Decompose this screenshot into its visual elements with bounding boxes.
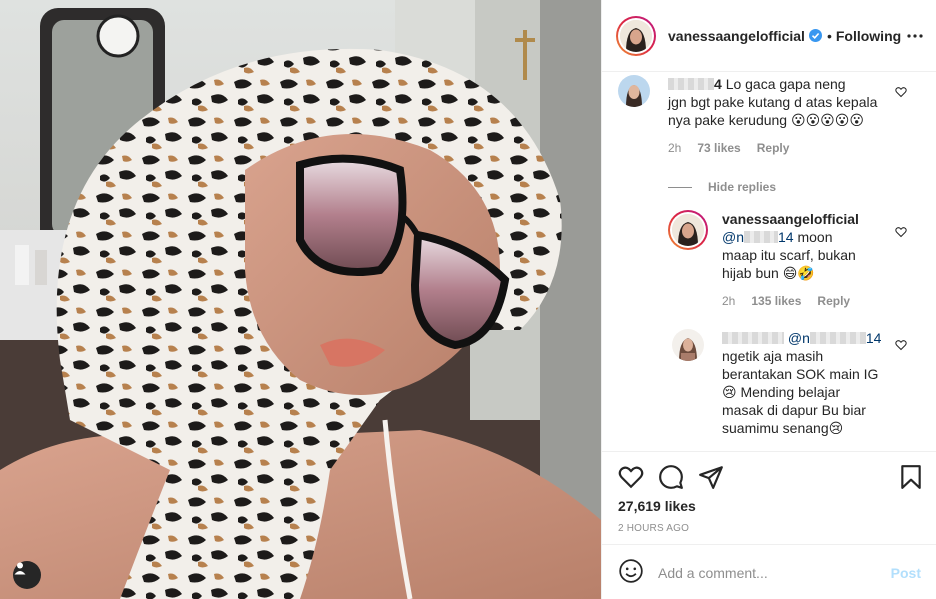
hide-replies-label: Hide replies — [708, 180, 777, 194]
author-avatar[interactable] — [616, 15, 656, 56]
reply: vanessaangelofficial @n 14 moon maap itu … — [668, 210, 918, 308]
reply-line: moon — [797, 229, 833, 245]
post-panel: vanessaangelofficial • Following 4 Lo ga… — [601, 0, 936, 599]
comment-icon[interactable] — [658, 464, 684, 490]
reply-text: vanessaangelofficial @n 14 moon maap itu … — [722, 210, 892, 282]
comments-list[interactable]: 4 Lo gaca gapa neng jgn bgt pake kutang … — [602, 73, 936, 451]
comment-username[interactable]: 4 — [668, 76, 722, 92]
comment-line: nya pake kerudung 😮😮😮😮😮 — [668, 112, 864, 128]
post-actions: 27,619 likes 2 HOURS AGO Post — [602, 451, 936, 599]
heart-icon[interactable] — [618, 464, 644, 490]
reply-line: hijab bun 😄🤣 — [722, 265, 815, 281]
reply-button[interactable]: Reply — [817, 294, 850, 308]
reply-username[interactable] — [722, 330, 784, 346]
comment-text: 4 Lo gaca gapa neng jgn bgt pake kutang … — [668, 75, 918, 129]
share-icon[interactable] — [698, 464, 724, 490]
add-comment-bar: Post — [602, 544, 936, 599]
reply-line: maap itu scarf, bukan — [722, 247, 856, 263]
comment-avatar[interactable] — [618, 75, 650, 107]
reply-time[interactable]: 2h — [722, 294, 735, 308]
emoji-icon[interactable] — [618, 558, 644, 587]
reply: @n 14 ngetik aja masih berantakan SOK mai… — [672, 329, 922, 437]
reply-line: ngetik aja masih — [722, 348, 824, 364]
comment-likes[interactable]: 73 likes — [697, 141, 740, 155]
reply-meta: 2h 135 likes Reply — [722, 294, 892, 308]
reply-likes[interactable]: 135 likes — [751, 294, 801, 308]
post-photo[interactable] — [0, 0, 601, 599]
bookmark-icon[interactable] — [898, 464, 924, 490]
comment-input[interactable] — [658, 564, 891, 581]
heart-icon[interactable] — [895, 225, 907, 238]
likes-count[interactable]: 27,619 likes — [618, 498, 696, 514]
following-button[interactable]: Following — [836, 28, 901, 44]
comment-line: Lo gaca gapa neng — [725, 76, 846, 92]
post-button[interactable]: Post — [891, 565, 921, 581]
reply-mention[interactable]: @n 14 — [722, 229, 794, 245]
reply-line: 😢 Mending belajar — [722, 384, 841, 400]
verified-icon — [808, 29, 822, 42]
post-header: vanessaangelofficial • Following — [602, 0, 936, 72]
hide-replies-button[interactable]: Hide replies — [668, 180, 776, 194]
user-tag-icon[interactable] — [13, 561, 41, 589]
comment-meta: 2h 73 likes Reply — [668, 141, 918, 155]
reply-avatar[interactable] — [672, 329, 704, 361]
heart-icon[interactable] — [895, 338, 907, 351]
reply-text: @n 14 ngetik aja masih berantakan SOK mai… — [722, 329, 887, 437]
reply-button[interactable]: Reply — [757, 141, 790, 155]
reply-avatar[interactable] — [668, 210, 708, 250]
reply-line: berantakan SOK main IG — [722, 366, 879, 382]
reply-mention[interactable]: @n 14 — [788, 330, 882, 346]
post-timestamp[interactable]: 2 HOURS AGO — [618, 523, 689, 534]
comment-time[interactable]: 2h — [668, 141, 681, 155]
more-icon[interactable] — [907, 28, 923, 44]
comment: 4 Lo gaca gapa neng jgn bgt pake kutang … — [618, 75, 918, 155]
instagram-post: vanessaangelofficial • Following 4 Lo ga… — [0, 0, 936, 599]
reply-line: masak di dapur Bu biar — [722, 402, 866, 418]
comment-line: jgn bgt pake kutang d atas kepala — [668, 94, 878, 110]
reply-username[interactable]: vanessaangelofficial — [722, 211, 859, 227]
hide-replies-line — [668, 186, 692, 188]
heart-icon[interactable] — [895, 85, 907, 98]
author-username[interactable]: vanessaangelofficial — [668, 28, 805, 44]
header-separator: • — [826, 27, 832, 44]
selfie-image — [0, 0, 601, 599]
reply-line: suamimu senang😢 — [722, 420, 844, 436]
